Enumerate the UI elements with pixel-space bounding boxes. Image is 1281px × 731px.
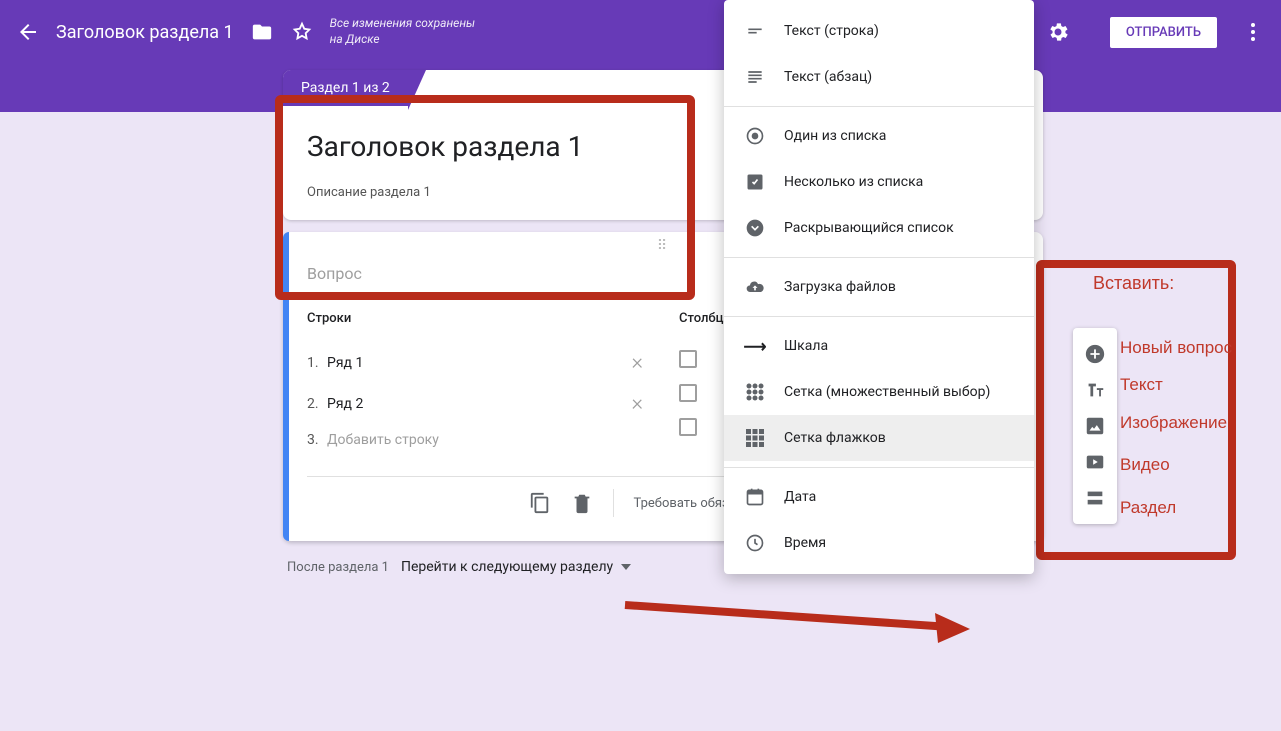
rows-label: Строки [307,311,647,326]
row-item[interactable]: 2.Ряд 2× [307,383,647,424]
annotation-label: Видео [1120,455,1170,475]
annotation-arrow [620,585,970,645]
remove-row-icon[interactable]: × [627,350,647,375]
annotation-highlight-sidebar [1036,260,1236,560]
settings-icon[interactable] [1046,20,1070,44]
drag-handle-icon[interactable]: ⠿ [657,238,669,254]
qtype-scale[interactable]: ⟶Шкала [724,323,1034,369]
qtype-upload[interactable]: Загрузка файлов [724,264,1034,310]
row-item[interactable]: 1.Ряд 1× [307,342,647,383]
delete-icon[interactable] [571,492,593,514]
annotation-label: Изображение [1120,413,1227,433]
qtype-date[interactable]: Дата [724,474,1034,520]
annotation-label: Новый вопрос [1120,338,1232,358]
add-row[interactable]: 3.Добавить строку [307,424,647,456]
qtype-time[interactable]: Время [724,520,1034,566]
save-status: Все изменения сохраненына Диске [330,16,476,47]
add-text-button[interactable] [1077,372,1113,408]
remove-row-icon[interactable]: × [627,391,647,416]
more-icon[interactable] [1241,20,1265,44]
folder-icon[interactable] [250,20,274,44]
app-header: Заголовок раздела 1 Все изменения сохран… [0,0,1281,64]
qtype-checkbox[interactable]: Несколько из списка [724,159,1034,205]
after-section-select[interactable]: Перейти к следующему разделу [401,559,631,575]
star-icon[interactable] [290,20,314,44]
annotation-label: Раздел [1120,498,1176,518]
qtype-dropdown[interactable]: Раскрывающийся список [724,205,1034,251]
duplicate-icon[interactable] [529,492,551,514]
qtype-paragraph[interactable]: Текст (абзац) [724,54,1034,100]
add-question-button[interactable] [1077,336,1113,372]
after-label: После раздела 1 [287,560,389,575]
rows-column: Строки 1.Ряд 1× 2.Ряд 2× 3.Добавить стро… [307,311,647,456]
section-tag: Раздел 1 из 2 [283,70,408,106]
floating-toolbar [1073,328,1117,524]
send-button[interactable]: ОТПРАВИТЬ [1110,17,1217,48]
annotation-label: Текст [1120,375,1163,395]
question-type-menu[interactable]: Текст (строка) Текст (абзац) Один из спи… [724,0,1034,574]
qtype-short-text[interactable]: Текст (строка) [724,8,1034,54]
add-section-button[interactable] [1077,480,1113,516]
add-video-button[interactable] [1077,444,1113,480]
form-title[interactable]: Заголовок раздела 1 [56,22,234,43]
annotation-title: Вставить: [1093,273,1174,294]
qtype-grid[interactable]: Сетка (множественный выбор) [724,369,1034,415]
back-icon[interactable] [16,20,40,44]
qtype-checkbox-grid[interactable]: Сетка флажков [724,415,1034,461]
qtype-radio[interactable]: Один из списка [724,113,1034,159]
add-image-button[interactable] [1077,408,1113,444]
